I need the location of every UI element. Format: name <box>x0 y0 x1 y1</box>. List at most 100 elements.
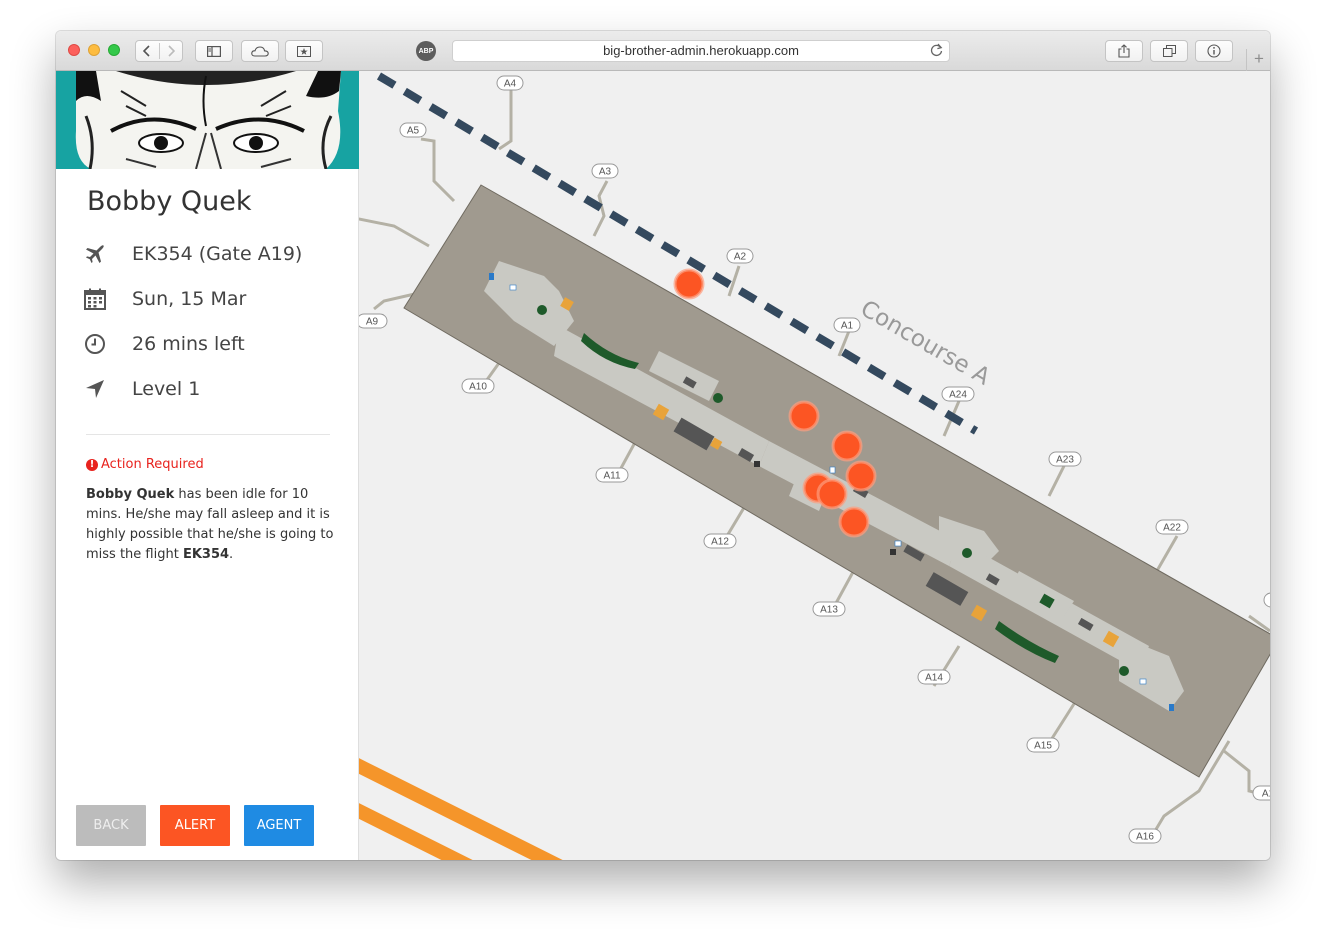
sidebar-icon <box>207 45 221 57</box>
address-bar[interactable]: big-brother-admin.herokuapp.com <box>452 40 950 62</box>
comic-face-illustration <box>75 71 341 169</box>
svg-text:A12: A12 <box>711 537 729 548</box>
new-tab-button[interactable]: + <box>1246 49 1270 71</box>
svg-text:A4: A4 <box>504 79 517 90</box>
icloud-tabs-button[interactable] <box>241 40 279 62</box>
poi-green-icon <box>1119 666 1129 676</box>
date-text: Sun, 15 Mar <box>132 288 247 310</box>
sidebar-toggle-button[interactable] <box>195 40 233 62</box>
airport-map[interactable]: Concourse A A4 A5 A3 A2 A1 A9 A10 A24 A1… <box>359 71 1270 860</box>
calendar-icon <box>84 288 106 310</box>
concourse-map-svg: Concourse A A4 A5 A3 A2 A1 A9 A10 A24 A1… <box>359 72 1270 860</box>
gate-a2-label[interactable]: A2 <box>726 248 754 264</box>
svg-text:A14: A14 <box>925 673 943 684</box>
profile-banner <box>56 71 359 169</box>
passenger-marker[interactable] <box>831 430 863 462</box>
gate-offscreen-label[interactable] <box>1263 592 1270 608</box>
svg-text:A10: A10 <box>469 382 487 393</box>
gate-a23-label[interactable]: A23 <box>1048 451 1082 467</box>
alert-text-2: . <box>229 547 234 562</box>
gate-a13-label[interactable]: A13 <box>812 601 846 617</box>
poi-info-icon <box>894 540 902 547</box>
gate-a15-label[interactable]: A15 <box>1026 737 1060 753</box>
orange-road <box>359 758 563 860</box>
svg-text:A1: A1 <box>1262 789 1270 800</box>
svg-text:A23: A23 <box>1056 455 1074 466</box>
svg-text:A16: A16 <box>1136 832 1154 843</box>
alert-flight-number: EK354 <box>182 547 230 562</box>
poi-green-icon <box>713 393 723 403</box>
reload-icon[interactable] <box>930 43 943 63</box>
poi-info-icon <box>1169 704 1174 711</box>
passenger-sidebar: Bobby Quek EK354 (Gate A19) Sun, 15 Mar … <box>56 71 359 860</box>
url-text: big-brother-admin.herokuapp.com <box>603 43 799 58</box>
svg-text:A3: A3 <box>599 167 612 178</box>
gate-a5-label[interactable]: A5 <box>399 122 427 138</box>
svg-text:A2: A2 <box>734 252 747 263</box>
gate-a16-label[interactable]: A16 <box>1128 828 1162 844</box>
alert-message: Bobby Quek has been idle for 10 mins. He… <box>86 485 336 565</box>
tabs-icon <box>1162 45 1176 57</box>
close-window-button[interactable] <box>68 44 80 56</box>
svg-text:A9: A9 <box>366 317 379 328</box>
poi-dark-block <box>754 461 760 467</box>
gate-a3-label[interactable]: A3 <box>591 163 619 179</box>
zoom-window-button[interactable] <box>108 44 120 56</box>
forward-arrow-icon[interactable] <box>167 45 175 57</box>
star-icon <box>297 45 311 57</box>
svg-text:A5: A5 <box>407 126 420 137</box>
agent-button[interactable]: AGENT <box>244 805 314 846</box>
gate-a22-label[interactable]: A22 <box>1155 519 1189 535</box>
gate-a1-label[interactable]: A1 <box>833 317 861 333</box>
alert-button[interactable]: ALERT <box>160 805 230 846</box>
share-icon <box>1118 44 1130 58</box>
cloud-icon <box>251 45 269 57</box>
section-divider <box>86 434 330 435</box>
browser-window: ABP big-brother-admin.herokuapp.com + Bo… <box>56 31 1270 860</box>
gate-a12-label[interactable]: A12 <box>703 533 737 549</box>
gate-a11-label[interactable]: A11 <box>595 467 629 483</box>
back-arrow-icon[interactable] <box>143 45 151 57</box>
back-button[interactable]: BACK <box>76 805 146 846</box>
minimize-window-button[interactable] <box>88 44 100 56</box>
time-left-text: 26 mins left <box>132 333 245 355</box>
flight-info-row: EK354 (Gate A19) <box>84 239 302 269</box>
passenger-marker[interactable] <box>845 460 877 492</box>
poi-info-icon <box>829 466 836 474</box>
tabs-overview-button[interactable] <box>1150 40 1188 62</box>
browser-toolbar: ABP big-brother-admin.herokuapp.com + <box>56 31 1270 71</box>
gate-a17-label[interactable]: A1 <box>1252 785 1270 801</box>
passenger-marker[interactable] <box>816 478 848 510</box>
passenger-marker[interactable] <box>838 506 870 538</box>
gate-a10-label[interactable]: A10 <box>461 378 495 394</box>
svg-text:A15: A15 <box>1034 741 1052 752</box>
share-button[interactable] <box>1105 40 1143 62</box>
svg-text:A22: A22 <box>1163 523 1181 534</box>
poi-info-icon <box>1139 678 1147 685</box>
adblock-icon[interactable]: ABP <box>416 41 436 61</box>
plane-icon <box>84 243 106 265</box>
info-icon <box>1207 44 1221 58</box>
poi-green-icon <box>962 548 972 558</box>
passenger-marker[interactable] <box>673 268 705 300</box>
back-forward-buttons <box>135 40 183 62</box>
gate-a24-label[interactable]: A24 <box>941 386 975 402</box>
passenger-marker[interactable] <box>788 400 820 432</box>
svg-text:A13: A13 <box>820 605 838 616</box>
top-sites-button[interactable] <box>285 40 323 62</box>
segment-divider <box>159 43 160 59</box>
gate-a9-label[interactable]: A9 <box>359 313 388 329</box>
clock-icon <box>84 333 106 355</box>
poi-green-icon <box>537 305 547 315</box>
info-button[interactable] <box>1195 40 1233 62</box>
exclamation-circle-icon: ! <box>86 458 98 471</box>
flight-gate-text: EK354 (Gate A19) <box>132 243 303 265</box>
passenger-name: Bobby Quek <box>87 186 252 217</box>
alert-passenger-name: Bobby Quek <box>86 487 175 502</box>
svg-text:A1: A1 <box>841 321 854 332</box>
action-required-heading: ! Action Required <box>86 457 204 472</box>
gate-a14-label[interactable]: A14 <box>917 669 951 685</box>
svg-text:A11: A11 <box>603 471 620 482</box>
action-required-text: Action Required <box>101 457 204 472</box>
gate-a4-label[interactable]: A4 <box>496 75 524 91</box>
